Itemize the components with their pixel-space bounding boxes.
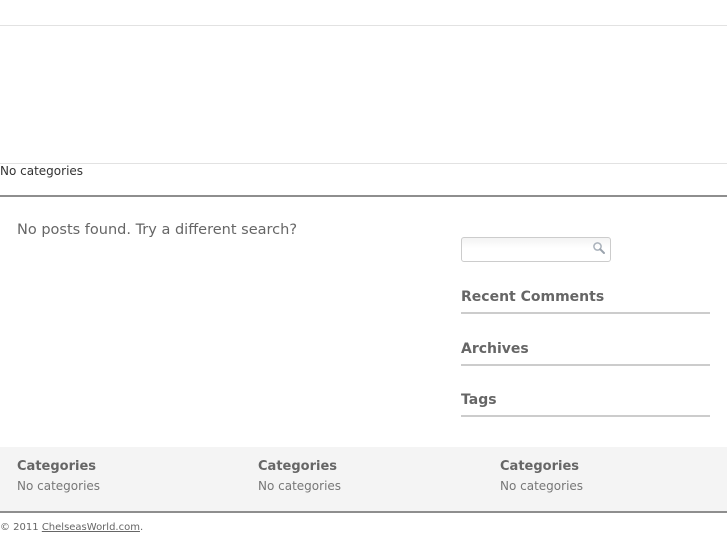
magnifier-icon[interactable] bbox=[592, 241, 606, 255]
footer-widget-title: Categories bbox=[17, 459, 97, 474]
no-posts-message: No posts found. Try a different search? bbox=[17, 222, 298, 238]
footer-categories-widget: Categories No categories bbox=[500, 459, 583, 493]
footer-widget-area: Categories No categories Categories No c… bbox=[0, 447, 727, 513]
page: No categories No posts found. Try a diff… bbox=[0, 0, 727, 545]
tags-widget: Tags bbox=[461, 392, 710, 417]
nav-no-categories: No categories bbox=[0, 164, 84, 178]
widget-title-archives: Archives bbox=[461, 341, 529, 357]
site-link[interactable]: ChelseasWorld.com bbox=[42, 522, 140, 533]
widget-title-recent-comments: Recent Comments bbox=[461, 289, 605, 305]
footer-widget-title: Categories bbox=[500, 459, 580, 474]
archives-widget: Archives bbox=[461, 341, 710, 366]
copyright: © 2011 ChelseasWorld.com. bbox=[0, 522, 143, 533]
widget-title-tags: Tags bbox=[461, 392, 497, 408]
footer-widget-text: No categories bbox=[17, 479, 101, 493]
copyright-suffix: . bbox=[139, 522, 144, 533]
category-nav-bar: No categories bbox=[0, 163, 727, 197]
header-divider bbox=[0, 25, 727, 26]
search-input[interactable] bbox=[461, 237, 611, 262]
footer-widget-title: Categories bbox=[258, 459, 338, 474]
footer-categories-widget: Categories No categories bbox=[17, 459, 100, 493]
recent-comments-widget: Recent Comments bbox=[461, 289, 710, 314]
footer-widget-text: No categories bbox=[258, 479, 342, 493]
footer-widget-text: No categories bbox=[500, 479, 584, 493]
copyright-prefix: © 2011 bbox=[0, 522, 42, 533]
footer-categories-widget: Categories No categories bbox=[258, 459, 341, 493]
